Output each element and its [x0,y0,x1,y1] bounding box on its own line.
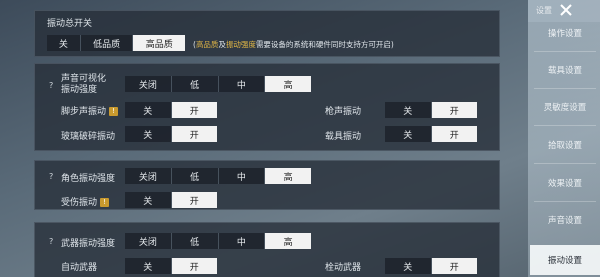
weapon-intensity-low[interactable]: 低 [171,233,219,249]
vehicle-vibration-off[interactable]: 关 [385,126,432,142]
info-icon[interactable]: ! [109,107,119,116]
sidebar-item-label: 效果设置 [547,179,582,189]
sound-intensity-off[interactable]: 关闭 [125,76,172,92]
master-switch-panel: 振动总开关 关 低品质 高品质 (高品质及振动强度需要设备的系统和硬件同时支持方… [34,10,500,57]
footstep-label-text: 脚步声振动 [61,107,107,117]
info-icon[interactable]: ! [100,198,110,207]
help-icon[interactable]: ? [49,172,53,181]
sound-intensity-label: 声音可视化 振动强度 [61,74,107,95]
sound-intensity-high[interactable]: 高 [265,76,311,92]
settings-title: 设置 [536,6,552,15]
glass-off[interactable]: 关 [125,126,172,142]
character-intensity-label: 角色振动强度 [61,174,116,184]
sidebar-divider [534,51,596,52]
sidebar-item-sensitivity[interactable]: 灵敏度设置 [530,92,600,122]
auto-weapon-label: 自动武器 [61,263,98,273]
weapon-intensity-mid[interactable]: 中 [218,233,266,249]
sidebar-item-sound[interactable]: 声音设置 [530,205,600,235]
vehicle-vibration-toggle: 关 开 [385,126,477,142]
sidebar-item-effects[interactable]: 效果设置 [530,168,600,198]
sidebar-item-pickup[interactable]: 拾取设置 [530,130,600,160]
weapon-intensity-selector: 关闭 低 中 高 [125,233,311,249]
gunshot-on[interactable]: 开 [431,102,477,118]
footstep-off[interactable]: 关 [125,102,172,118]
sidebar-item-controls[interactable]: 操作设置 [530,18,600,48]
sidebar-item-label: 灵敏度设置 [543,103,587,113]
hurt-label: 受伤振动! [61,195,110,208]
sound-intensity-mid[interactable]: 中 [218,76,266,92]
sound-intensity-low[interactable]: 低 [171,76,219,92]
hurt-on[interactable]: 开 [171,192,217,208]
character-intensity-mid[interactable]: 中 [218,168,266,184]
sidebar-item-vehicle[interactable]: 载具设置 [530,55,600,85]
gunshot-toggle: 关 开 [385,102,477,118]
sidebar-divider [534,125,596,126]
auto-weapon-toggle: 关 开 [125,258,217,274]
footstep-toggle: 关 开 [125,102,217,118]
sidebar-item-label: 振动设置 [547,256,582,266]
master-option-low[interactable]: 低品质 [80,35,134,51]
sound-intensity-selector: 关闭 低 中 高 [125,76,311,92]
vehicle-vibration-on[interactable]: 开 [431,126,477,142]
hurt-toggle: 关 开 [125,192,217,208]
note-highlight-intensity: 振动强度 [225,40,256,49]
footstep-label: 脚步声振动! [61,104,119,117]
glass-label: 玻璃破碎振动 [61,132,116,142]
master-switch-title: 振动总开关 [47,19,93,29]
master-switch-selector: 关 低品质 高品质 [47,35,186,51]
sidebar-item-vibration[interactable]: 振动设置 [530,245,600,275]
note-and: 及 [218,40,226,49]
quality-note: (高品质及振动强度需要设备的系统和硬件同时支持方可开启) [193,39,394,50]
auto-weapon-on[interactable]: 开 [171,258,217,274]
help-icon[interactable]: ? [49,237,53,246]
gunshot-label: 枪声振动 [325,107,362,117]
bolt-weapon-off[interactable]: 关 [385,258,432,274]
close-icon[interactable] [558,2,574,18]
sidebar-divider [534,88,596,89]
footstep-on[interactable]: 开 [171,102,217,118]
weapon-intensity-off[interactable]: 关闭 [125,233,172,249]
auto-weapon-off[interactable]: 关 [125,258,172,274]
character-intensity-selector: 关闭 低 中 高 [125,168,311,184]
gunshot-off[interactable]: 关 [385,102,432,118]
bolt-weapon-on[interactable]: 开 [431,258,477,274]
bolt-weapon-toggle: 关 开 [385,258,477,274]
hurt-off[interactable]: 关 [125,192,172,208]
sound-vibration-panel: ? 声音可视化 振动强度 关闭 低 中 高 脚步声振动! 关 开 枪声振动 关 … [34,63,500,151]
weapon-intensity-label: 武器振动强度 [61,239,116,249]
hurt-label-text: 受伤振动 [61,198,98,208]
master-option-off[interactable]: 关 [47,35,81,51]
sidebar-item-label: 拾取设置 [547,141,582,151]
character-intensity-low[interactable]: 低 [171,168,219,184]
bolt-weapon-label: 栓动武器 [325,263,362,273]
sidebar-item-label: 载具设置 [547,66,582,76]
character-intensity-high[interactable]: 高 [265,168,311,184]
character-vibration-panel: ? 角色振动强度 关闭 低 中 高 受伤振动! 关 开 [34,160,500,210]
glass-toggle: 关 开 [125,126,217,142]
weapon-vibration-panel: ? 武器振动强度 关闭 低 中 高 自动武器 关 开 栓动武器 关 开 [34,222,500,277]
note-highlight-quality: 高品质 [195,40,219,49]
help-icon[interactable]: ? [49,81,53,90]
weapon-intensity-high[interactable]: 高 [265,233,311,249]
sidebar-item-label: 声音设置 [547,216,582,226]
master-option-high[interactable]: 高品质 [133,35,186,51]
note-rest: 需要设备的系统和硬件同时支持方可开启) [255,40,394,49]
character-intensity-off[interactable]: 关闭 [125,168,172,184]
vehicle-vibration-label: 载具振动 [325,132,362,142]
glass-on[interactable]: 开 [171,126,217,142]
sidebar-divider [534,201,596,202]
sidebar-item-label: 操作设置 [547,29,582,39]
sidebar-divider [534,163,596,164]
